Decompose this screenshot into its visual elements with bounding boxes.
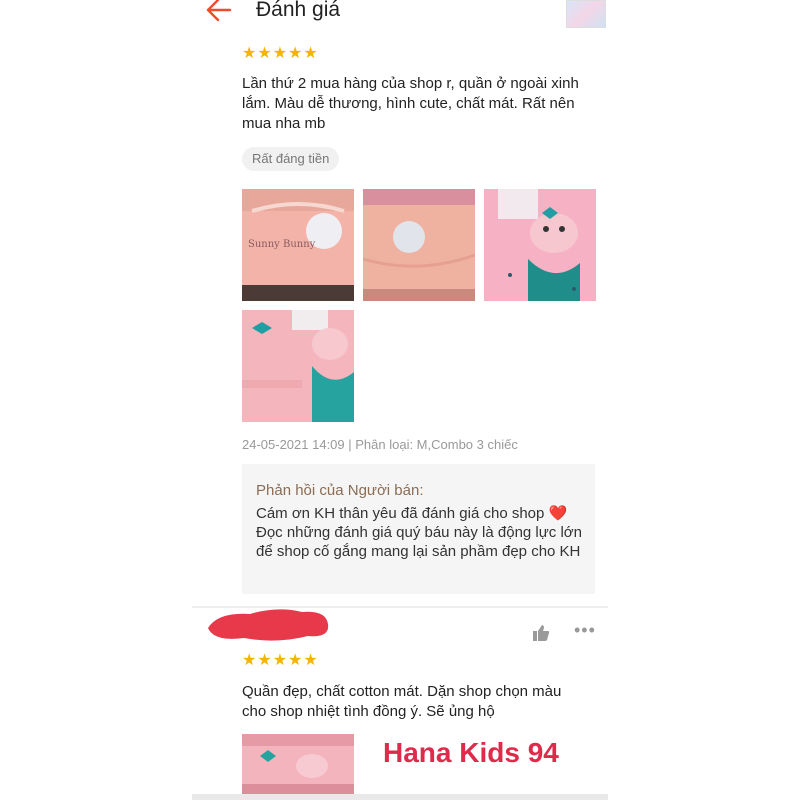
review-photo[interactable] [242, 310, 354, 422]
bottom-divider [192, 794, 608, 800]
review-meta: 24-05-2021 14:09 | Phân loại: M,Combo 3 … [242, 437, 518, 452]
header-bar: Đánh giá [192, 0, 608, 28]
review-photo[interactable] [484, 189, 596, 301]
review-tag: Rất đáng tiền [242, 147, 340, 171]
review-photo[interactable] [242, 734, 354, 794]
review-text: Quần đẹp, chất cotton mát. Dặn shop chọn… [242, 683, 562, 720]
review-text: Lần thứ 2 mua hàng của shop r, quần ở ng… [242, 75, 579, 132]
seller-reply: Phản hồi của Người bán: Cám ơn KH thân y… [242, 464, 595, 594]
review-photo[interactable]: Sunny Bunny [242, 189, 354, 301]
seller-reply-title: Phản hồi của Người bán: [256, 482, 424, 499]
rating-stars: ★★★★★ [242, 45, 319, 62]
like-button[interactable] [532, 624, 550, 642]
more-options-button[interactable]: ••• [574, 620, 596, 641]
thumbs-up-icon [533, 625, 550, 641]
page-title: Đánh giá [256, 0, 341, 21]
shop-watermark: Hana Kids 94 [383, 737, 559, 768]
arrow-left-icon [206, 0, 232, 22]
svg-text:Sunny Bunny: Sunny Bunny [248, 239, 316, 250]
redacted-username [208, 609, 329, 641]
seller-reply-text-part: Cám ơn KH thân yêu đã đánh giá cho shop [256, 505, 549, 522]
seller-reply-text: Cám ơn KH thân yêu đã đánh giá cho shop … [256, 504, 586, 561]
review-panel: Đánh giá ★★★★★ Lần thứ 2 mua hàng của sh… [192, 0, 608, 800]
product-thumbnail[interactable] [566, 0, 606, 28]
back-button[interactable] [204, 0, 234, 23]
heart-icon: ❤️ [548, 505, 568, 522]
review-photo[interactable] [363, 189, 475, 301]
rating-stars: ★★★★★ [242, 652, 319, 669]
seller-reply-text-part: Đọc những đánh giá quý báu này là động l… [256, 524, 582, 560]
